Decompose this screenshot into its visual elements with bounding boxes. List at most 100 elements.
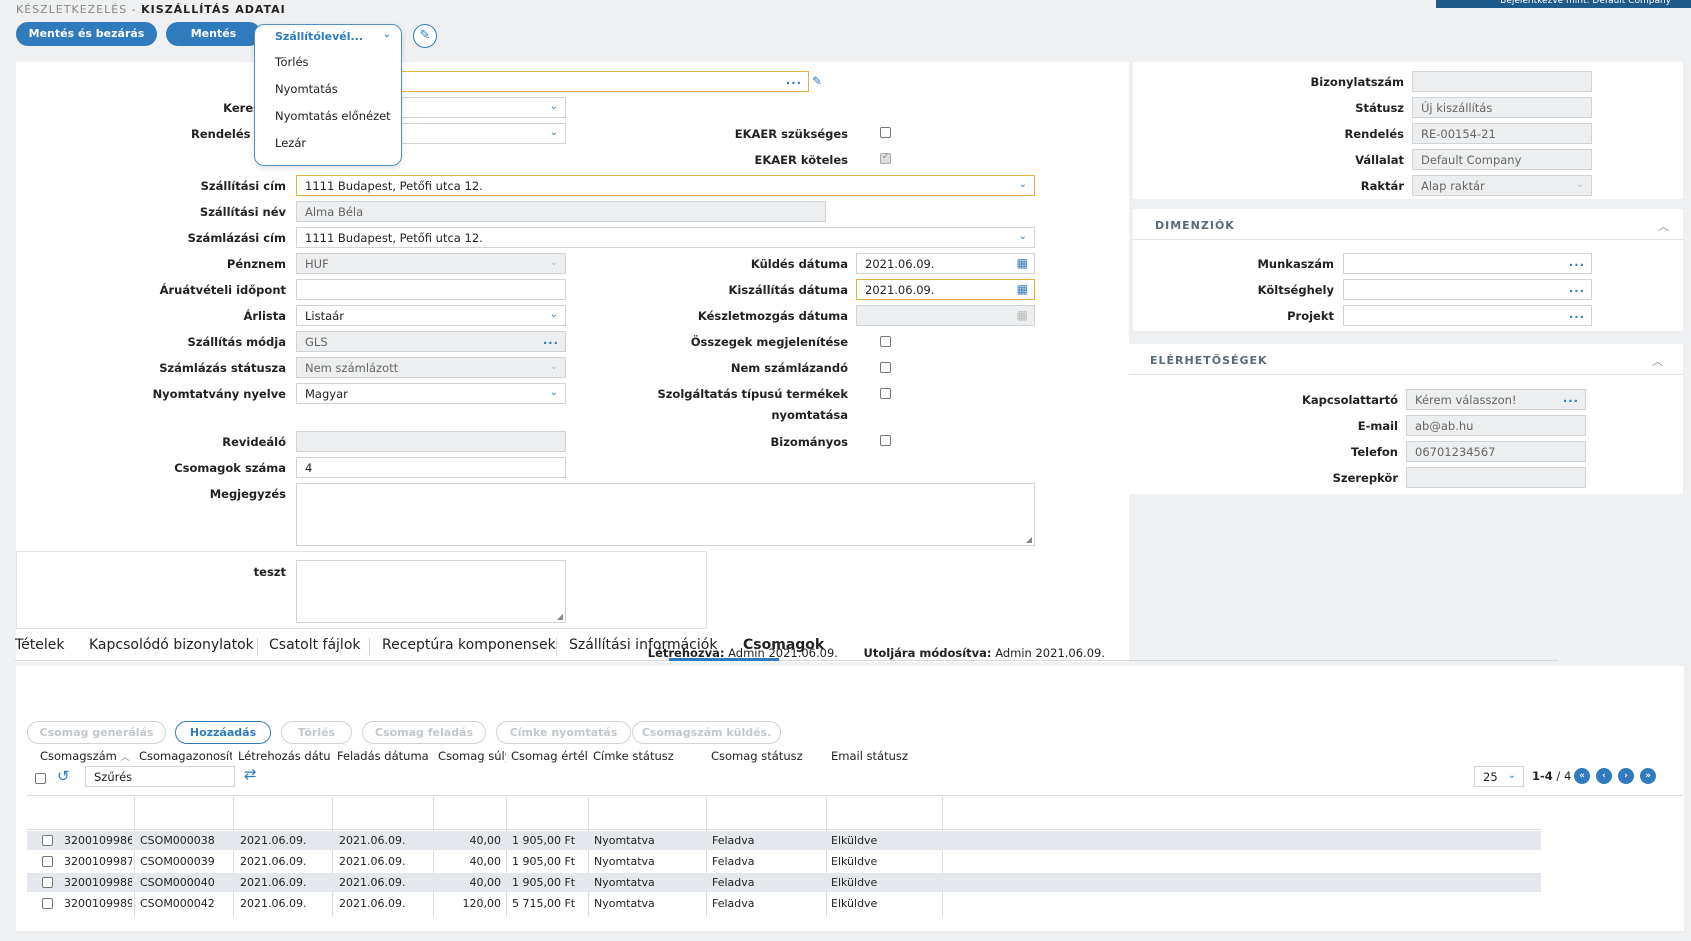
chevron-up-icon[interactable]: ︿: [1658, 218, 1669, 234]
worknumber-label: Munkaszám: [1257, 257, 1334, 271]
shipping-address-select[interactable]: 1111 Budapest, Petőfi utca 12. ⌄: [296, 175, 1035, 196]
col-weight[interactable]: Csomag súly: [433, 743, 506, 769]
tab-recipe-components[interactable]: Receptúra komponensek: [382, 637, 556, 653]
row-checkbox[interactable]: [42, 898, 53, 909]
shipping-name-field[interactable]: Alma Béla: [296, 201, 826, 222]
generate-package-button[interactable]: Csomag generálás: [27, 721, 166, 744]
partner-input[interactable]: ...: [400, 71, 809, 92]
row-checkbox[interactable]: [42, 835, 53, 846]
first-page-icon[interactable]: «: [1574, 768, 1590, 784]
contact-field[interactable]: Kérem válasszon!...: [1406, 389, 1586, 410]
table-cell: Nyomtatva: [594, 834, 655, 847]
stock-move-date-field[interactable]: ▦: [856, 305, 1035, 326]
ekaer-needed-checkbox[interactable]: [880, 127, 891, 138]
col-package-id[interactable]: Csomagazonosító: [134, 743, 232, 769]
more-icon[interactable]: ...: [786, 73, 802, 87]
last-page-icon[interactable]: »: [1640, 768, 1656, 784]
chevron-up-icon[interactable]: ︿: [1652, 353, 1663, 369]
save-close-button[interactable]: Mentés és bezárás: [16, 22, 157, 46]
show-totals-checkbox[interactable]: [880, 336, 891, 347]
order-type-select[interactable]: ⌄: [400, 123, 566, 144]
row-checkbox[interactable]: [42, 877, 53, 888]
calendar-icon[interactable]: ▦: [1017, 256, 1028, 270]
table-cell: CSOM000042: [140, 897, 215, 910]
send-date-field[interactable]: 2021.06.09. ▦: [856, 253, 1035, 274]
pricelist-select[interactable]: Listaár ⌄: [296, 305, 566, 326]
ship-package-button[interactable]: Csomag feladás: [362, 721, 486, 744]
col-package-number[interactable]: Csomagszám ︿: [35, 743, 135, 769]
warehouse-select[interactable]: Alap raktár ⌄: [1412, 175, 1592, 196]
clipboard-icon[interactable]: ✎: [413, 24, 437, 48]
more-icon[interactable]: ...: [1569, 255, 1585, 269]
more-icon[interactable]: ...: [1563, 391, 1579, 405]
billing-address-select[interactable]: 1111 Budapest, Petőfi utca 12. ⌄: [296, 227, 1035, 248]
tab-shipping-info[interactable]: Szállítási információk: [569, 637, 717, 653]
delete-button[interactable]: Törlés: [281, 721, 352, 744]
menu-item-print[interactable]: Nyomtatás: [275, 82, 338, 96]
currency-value: HUF: [305, 257, 329, 271]
filter-input[interactable]: Szűrés: [85, 766, 235, 787]
delivery-note-menu[interactable]: Szállítólevél... ⌄ Törlés Nyomtatás Nyom…: [254, 24, 402, 166]
col-label-status[interactable]: Címke státusz: [588, 743, 706, 769]
more-icon[interactable]: ...: [1569, 281, 1585, 295]
table-cell: 120,00: [462, 897, 502, 910]
service-print-checkbox[interactable]: [880, 388, 891, 399]
currency-select[interactable]: HUF ⌄: [296, 253, 566, 274]
sort-asc-icon: ︿: [120, 753, 130, 763]
refresh-icon[interactable]: ↺: [57, 767, 70, 785]
delivery-date-field[interactable]: 2021.06.09. ▦: [856, 279, 1035, 300]
next-page-icon[interactable]: ›: [1618, 768, 1634, 784]
edit-icon[interactable]: ✎: [812, 74, 822, 88]
resize-grip-icon[interactable]: ◢: [1026, 535, 1032, 544]
row-checkbox[interactable]: [42, 856, 53, 867]
page-size-select[interactable]: 25 ⌄: [1474, 766, 1524, 787]
resize-grip-icon[interactable]: ◢: [557, 612, 563, 621]
col-email-status[interactable]: Email státusz: [826, 743, 942, 769]
more-icon[interactable]: ...: [1569, 307, 1585, 321]
tab-attachments[interactable]: Csatolt fájlok: [269, 637, 361, 653]
menu-item-delete[interactable]: Törlés: [275, 55, 309, 69]
table-cell: 3200109987: [64, 855, 132, 868]
project-label: Projekt: [1287, 309, 1334, 323]
send-package-number-button[interactable]: Csomagszám küldés.: [632, 721, 781, 744]
ekaer-mandatory-checkbox[interactable]: [880, 152, 891, 164]
auditor-field[interactable]: [296, 431, 566, 452]
test-textarea[interactable]: ◢: [296, 560, 566, 623]
consignment-checkbox[interactable]: [880, 435, 891, 446]
shipping-method-field[interactable]: GLS...: [296, 331, 566, 352]
tab-items[interactable]: Tételek: [15, 637, 65, 653]
prev-page-icon[interactable]: ‹: [1596, 768, 1612, 784]
chevron-down-icon: ⌄: [382, 29, 391, 40]
not-billable-checkbox[interactable]: [880, 362, 891, 373]
search-select[interactable]: ⌄: [400, 97, 566, 118]
project-field[interactable]: ...: [1343, 305, 1592, 326]
chevron-down-icon: ⌄: [549, 101, 558, 112]
shipping-method-label: Szállítás módja: [187, 335, 287, 349]
col-package-status[interactable]: Csomag státusz: [706, 743, 826, 769]
col-created-date[interactable]: Létrehozás dátuma: [233, 743, 331, 769]
breadcrumb-module[interactable]: KÉSZLETKEZELÉS -: [16, 3, 137, 16]
package-count-field[interactable]: 4: [296, 457, 566, 478]
print-label-button[interactable]: Címke nyomtatás: [496, 721, 631, 744]
table-cell: Feladva: [712, 834, 755, 847]
add-button[interactable]: Hozzáadás: [175, 721, 271, 744]
col-ship-date[interactable]: Feladás dátuma: [332, 743, 433, 769]
table-cell: 2021.06.09.: [339, 876, 406, 889]
note-textarea[interactable]: ◢: [296, 483, 1035, 546]
menu-item-close[interactable]: Lezár: [275, 136, 306, 150]
more-icon[interactable]: ...: [543, 333, 559, 347]
pickup-time-field[interactable]: [296, 279, 566, 300]
save-button[interactable]: Mentés: [166, 22, 261, 46]
worknumber-field[interactable]: ...: [1343, 253, 1592, 274]
tab-packages[interactable]: Csomagok: [743, 637, 824, 653]
select-all-checkbox[interactable]: [35, 773, 46, 784]
menu-item-print-preview[interactable]: Nyomtatás előnézet: [275, 109, 391, 123]
modified-value: Admin 2021.06.09.: [995, 646, 1105, 660]
calendar-icon[interactable]: ▦: [1017, 282, 1028, 296]
billing-status-select[interactable]: Nem számlázott ⌄: [296, 357, 566, 378]
print-lang-select[interactable]: Magyar ⌄: [296, 383, 566, 404]
delivery-note-menu-header[interactable]: Szállítólevél... ⌄: [255, 25, 401, 47]
tab-related-docs[interactable]: Kapcsolódó bizonylatok: [89, 637, 254, 653]
col-value[interactable]: Csomag érték: [506, 743, 587, 769]
costcenter-field[interactable]: ...: [1343, 279, 1592, 300]
